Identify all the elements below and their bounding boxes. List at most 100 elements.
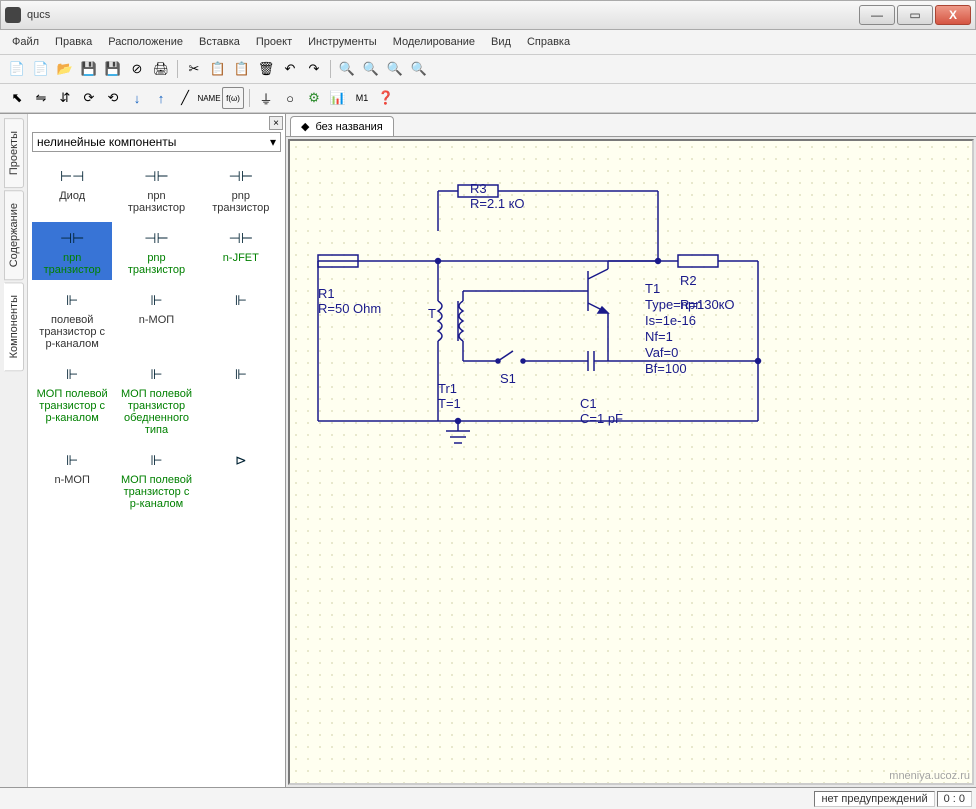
menu-edit[interactable]: Правка [49, 34, 98, 50]
component-item[interactable]: ⊩МОП полевой транзистор с p-каналом [116, 444, 196, 514]
zoom-in-icon[interactable]: 🔍 [336, 58, 358, 80]
status-coords: 0 : 0 [937, 791, 972, 807]
menu-layout[interactable]: Расположение [102, 34, 189, 50]
arrow-up-icon[interactable]: ↑ [150, 87, 172, 109]
menu-help[interactable]: Справка [521, 34, 576, 50]
component-item[interactable]: ⊩ [201, 358, 281, 440]
tab-contents[interactable]: Содержание [4, 190, 24, 280]
r1-name[interactable]: R1 [318, 286, 335, 301]
r2-name[interactable]: R2 [680, 273, 697, 288]
new-doc-icon[interactable]: 📄 [30, 58, 52, 80]
component-item[interactable]: ⊩n-МОП [116, 284, 196, 354]
paste-icon[interactable]: 📋 [231, 58, 253, 80]
print-icon[interactable]: 🖨 [150, 58, 172, 80]
close-doc-icon[interactable]: ⊘ [126, 58, 148, 80]
t1-bf[interactable]: Bf=100 [645, 361, 687, 376]
menu-insert[interactable]: Вставка [193, 34, 246, 50]
r2-value[interactable]: R=130кО [680, 297, 734, 312]
document-tabs: ◆ без названия [286, 114, 976, 137]
zoom-1-icon[interactable]: 🔍 [408, 58, 430, 80]
doc-tab-untitled[interactable]: ◆ без названия [290, 116, 394, 136]
component-label: pnp транзистор [118, 252, 194, 276]
s1-name[interactable]: S1 [500, 371, 516, 386]
component-label: pnp транзистор [203, 190, 279, 214]
save-icon[interactable]: 💾 [78, 58, 100, 80]
label-icon[interactable]: NAME [198, 87, 220, 109]
minimize-button[interactable]: — [859, 5, 895, 25]
port-icon[interactable]: ○ [279, 87, 301, 109]
menu-tools[interactable]: Инструменты [302, 34, 383, 50]
r1-value[interactable]: R=50 Ohm [318, 301, 381, 316]
panel-close-icon[interactable]: × [269, 116, 283, 130]
canvas-wrap[interactable]: R3 R=2.1 кО R1 R=50 Ohm T Tr1 T=1 S1 T1 … [288, 139, 974, 785]
canvas-area: ◆ без названия [286, 114, 976, 787]
zoom-fit-icon[interactable]: 🔍 [384, 58, 406, 80]
component-item[interactable]: ⊩n-МОП [32, 444, 112, 514]
new-file-icon[interactable]: 📄 [6, 58, 28, 80]
schematic-canvas[interactable]: R3 R=2.1 кО R1 R=50 Ohm T Tr1 T=1 S1 T1 … [290, 141, 972, 783]
window-title: qucs [27, 9, 859, 21]
component-category-select[interactable]: нелинейные компоненты ▾ [32, 132, 281, 152]
open-icon[interactable]: 📂 [54, 58, 76, 80]
component-item[interactable]: ⊣⊢n-JFET [201, 222, 281, 280]
component-symbol-icon: ⊣⊢ [138, 164, 174, 188]
arrow-down-icon[interactable]: ↓ [126, 87, 148, 109]
save-all-icon[interactable]: 💾 [102, 58, 124, 80]
c1-name[interactable]: C1 [580, 396, 597, 411]
component-item[interactable]: ⊳ [201, 444, 281, 514]
component-label: полевой транзистор с p-каналом [34, 314, 110, 350]
menu-simulation[interactable]: Моделирование [387, 34, 481, 50]
redo-icon[interactable]: ↷ [303, 58, 325, 80]
tr1-name[interactable]: Tr1 [438, 381, 457, 396]
select-icon[interactable]: ⬉ [6, 87, 28, 109]
zoom-out-icon[interactable]: 🔍 [360, 58, 382, 80]
undo-icon[interactable]: ↶ [279, 58, 301, 80]
ground-icon[interactable]: ⏚ [255, 87, 277, 109]
simulate-icon[interactable]: ⚙ [303, 87, 325, 109]
component-item[interactable]: ⊩МОП полевой транзистор обедненного типа [116, 358, 196, 440]
delete-icon[interactable]: 🗑 [255, 58, 277, 80]
t1-name[interactable]: T1 [645, 281, 660, 296]
tr1-value[interactable]: T=1 [438, 396, 461, 411]
copy-icon[interactable]: 📋 [207, 58, 229, 80]
window-controls: — ▭ X [859, 5, 971, 25]
c1-value[interactable]: C=1 pF [580, 411, 623, 426]
help-icon[interactable]: ❓ [375, 87, 397, 109]
component-item[interactable]: ⊣⊢npn транзистор [116, 160, 196, 218]
component-item[interactable]: ⊣⊢pnp транзистор [201, 160, 281, 218]
component-label: n-JFET [223, 252, 259, 264]
side-tabs: Проекты Содержание Компоненты [0, 114, 28, 787]
component-item[interactable]: ⊣⊢npn транзистор [32, 222, 112, 280]
tab-components[interactable]: Компоненты [4, 282, 24, 371]
component-item[interactable]: ⊩ [201, 284, 281, 354]
mirror-icon[interactable]: ⇋ [30, 87, 52, 109]
marker-icon[interactable]: M1 [351, 87, 373, 109]
t1-vaf[interactable]: Vaf=0 [645, 345, 678, 360]
menu-view[interactable]: Вид [485, 34, 517, 50]
tab-projects[interactable]: Проекты [4, 118, 24, 188]
menu-project[interactable]: Проект [250, 34, 298, 50]
rotate-icon[interactable]: ⟳ [78, 87, 100, 109]
component-label: n-МОП [54, 474, 89, 486]
component-item[interactable]: ⊩МОП полевой транзистор с p-каналом [32, 358, 112, 440]
component-item[interactable]: ⊣⊢pnp транзистор [116, 222, 196, 280]
rotate-ccw-icon[interactable]: ⟲ [102, 87, 124, 109]
r3-name[interactable]: R3 [470, 181, 487, 196]
maximize-button[interactable]: ▭ [897, 5, 933, 25]
equation-icon[interactable]: f(ω) [222, 87, 244, 109]
component-grid: ⊢⊣Диод⊣⊢npn транзистор⊣⊢pnp транзистор⊣⊢… [28, 156, 285, 787]
component-label: МОП полевой транзистор с p-каналом [34, 388, 110, 424]
t1-is[interactable]: Is=1e-16 [645, 313, 696, 328]
close-button[interactable]: X [935, 5, 971, 25]
main-area: Проекты Содержание Компоненты × нелинейн… [0, 113, 976, 787]
wire-icon[interactable]: ╱ [174, 87, 196, 109]
component-item[interactable]: ⊢⊣Диод [32, 160, 112, 218]
t1-nf[interactable]: Nf=1 [645, 329, 673, 344]
menu-file[interactable]: Файл [6, 34, 45, 50]
mirror-v-icon[interactable]: ⇵ [54, 87, 76, 109]
r3-value[interactable]: R=2.1 кО [470, 196, 524, 211]
dataset-icon[interactable]: 📊 [327, 87, 349, 109]
cut-icon[interactable]: ✂ [183, 58, 205, 80]
component-item[interactable]: ⊩полевой транзистор с p-каналом [32, 284, 112, 354]
category-value: нелинейные компоненты [37, 135, 176, 149]
